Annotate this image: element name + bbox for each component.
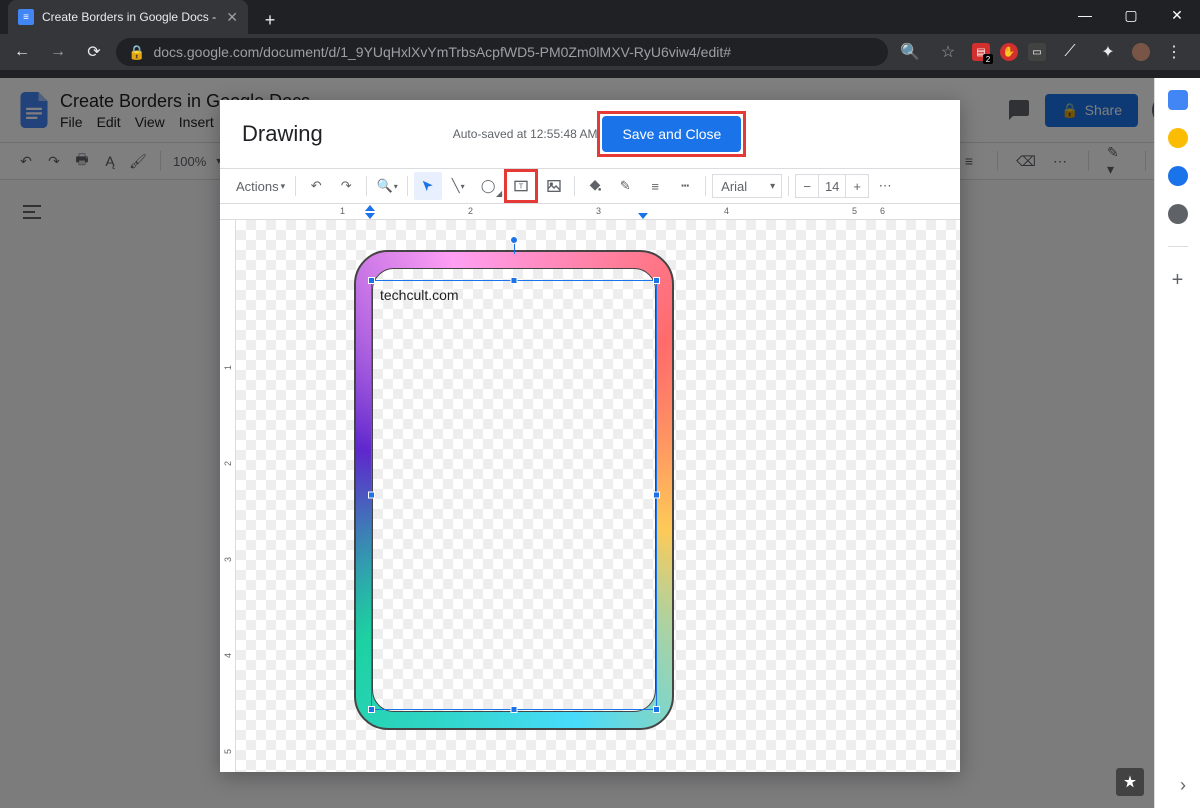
zoom-icon[interactable]: 🔍▾	[373, 172, 401, 200]
drawing-toolbar: Actions▾ ↶ ↷ 🔍▾ ╲▾ ◯◢ T ✎ ≡ ┅ Arial −	[220, 168, 960, 204]
add-panel-icon[interactable]: +	[1172, 269, 1184, 292]
browser-tab[interactable]: ≡ Create Borders in Google Docs - ✕	[8, 0, 248, 34]
back-button[interactable]: ←	[8, 38, 36, 66]
resize-handle-n[interactable]	[511, 277, 518, 284]
docs-favicon-icon: ≡	[18, 9, 34, 25]
tab-strip: ≡ Create Borders in Google Docs - ✕ +	[0, 0, 1200, 34]
explore-button[interactable]	[1116, 768, 1144, 796]
undo-icon[interactable]: ↶	[302, 172, 330, 200]
line-tool-icon[interactable]: ╲▾	[444, 172, 472, 200]
drawing-canvas[interactable]: techcult.com	[236, 220, 960, 772]
autosave-status: Auto-saved at 12:55:48 AM	[453, 127, 598, 141]
font-size-increase[interactable]: +	[846, 179, 868, 194]
resize-handle-s[interactable]	[511, 706, 518, 713]
font-size-input[interactable]: − 14 +	[795, 174, 869, 198]
todoist-ext-icon[interactable]: ▤2	[972, 43, 990, 61]
shape-tool-icon[interactable]: ◯◢	[474, 172, 502, 200]
new-tab-button[interactable]: +	[256, 6, 284, 34]
rotate-handle[interactable]	[510, 236, 518, 244]
side-panel-expand-icon[interactable]: ›	[1180, 775, 1186, 796]
url-text: docs.google.com/document/d/1_9YUqHxlXvYm…	[153, 44, 731, 60]
border-color-icon[interactable]: ✎	[611, 172, 639, 200]
left-indent-marker[interactable]	[365, 213, 375, 219]
ext-more-icon[interactable]: ⟋	[1056, 38, 1084, 66]
resize-handle-ne[interactable]	[653, 277, 660, 284]
lock-icon: 🔒	[128, 44, 145, 61]
resize-handle-se[interactable]	[653, 706, 660, 713]
extensions-icon[interactable]: ✦	[1094, 38, 1122, 66]
first-line-indent-marker[interactable]	[365, 205, 375, 211]
side-panel: +	[1154, 78, 1200, 808]
bookmark-icon[interactable]: ☆	[934, 38, 962, 66]
image-tool-icon[interactable]	[540, 172, 568, 200]
zoom-icon[interactable]: 🔍	[896, 38, 924, 66]
resize-handle-nw[interactable]	[368, 277, 375, 284]
keep-icon[interactable]	[1168, 128, 1188, 148]
textbox-text[interactable]: techcult.com	[372, 281, 656, 309]
address-bar[interactable]: 🔒 docs.google.com/document/d/1_9YUqHxlXv…	[116, 38, 888, 66]
redo-icon[interactable]: ↷	[332, 172, 360, 200]
profile-avatar[interactable]	[1132, 43, 1150, 61]
reload-button[interactable]: ⟳	[80, 38, 108, 66]
svg-text:T: T	[519, 182, 524, 191]
divider	[1168, 246, 1188, 247]
border-weight-icon[interactable]: ≡	[641, 172, 669, 200]
fill-color-icon[interactable]	[581, 172, 609, 200]
window-maximize[interactable]: ▢	[1108, 0, 1154, 30]
horizontal-ruler[interactable]: 1 2 3 4 5 6	[220, 204, 960, 220]
textbox-shape[interactable]: techcult.com	[371, 280, 657, 710]
window-minimize[interactable]: —	[1062, 0, 1108, 30]
tab-close-icon[interactable]: ✕	[226, 9, 238, 26]
adblock-ext-icon[interactable]: ✋	[1000, 43, 1018, 61]
tasks-icon[interactable]	[1168, 166, 1188, 186]
drawing-title: Drawing	[242, 121, 323, 147]
pip-ext-icon[interactable]: ▭	[1028, 43, 1046, 61]
resize-handle-sw[interactable]	[368, 706, 375, 713]
chrome-menu-icon[interactable]: ⋮	[1160, 38, 1188, 66]
actions-menu[interactable]: Actions▾	[232, 179, 289, 194]
textbox-tool-highlight: T	[504, 169, 538, 203]
drawing-modal: Drawing Auto-saved at 12:55:48 AM Save a…	[220, 100, 960, 772]
font-family-select[interactable]: Arial	[712, 174, 782, 198]
address-row: ← → ⟳ 🔒 docs.google.com/document/d/1_9YU…	[0, 34, 1200, 70]
resize-handle-w[interactable]	[368, 492, 375, 499]
forward-button[interactable]: →	[44, 38, 72, 66]
window-close[interactable]: ✕	[1154, 0, 1200, 30]
calendar-icon[interactable]	[1168, 90, 1188, 110]
select-tool-icon[interactable]	[414, 172, 442, 200]
right-indent-marker[interactable]	[638, 213, 648, 219]
contacts-icon[interactable]	[1168, 204, 1188, 224]
font-size-decrease[interactable]: −	[796, 179, 818, 194]
border-dash-icon[interactable]: ┅	[671, 172, 699, 200]
tab-title: Create Borders in Google Docs -	[42, 10, 216, 24]
textbox-tool-icon[interactable]: T	[507, 172, 535, 200]
vertical-ruler[interactable]: 1 2 3 4 5	[220, 220, 236, 772]
save-and-close-button[interactable]: Save and Close	[602, 116, 741, 152]
resize-handle-e[interactable]	[653, 492, 660, 499]
save-close-highlight: Save and Close	[597, 111, 746, 157]
more-options-icon[interactable]: ⋯	[871, 172, 899, 200]
